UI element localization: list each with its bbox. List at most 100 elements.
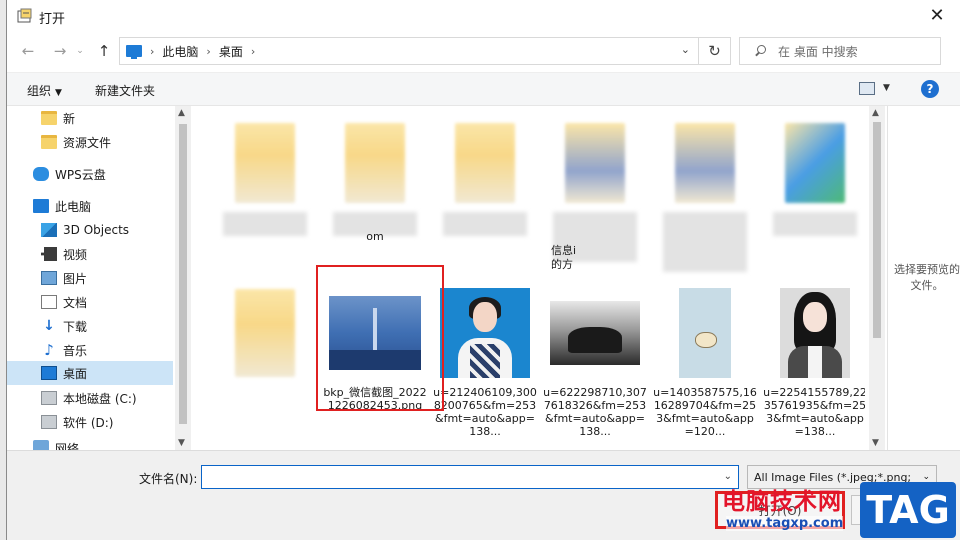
desktop-icon <box>41 366 57 380</box>
file-list-scrollbar[interactable]: ▲ ▼ <box>869 106 885 450</box>
new-folder-button[interactable]: 新建文件夹 <box>95 82 155 99</box>
scrollbar-thumb[interactable] <box>873 122 881 338</box>
help-button[interactable]: ? <box>921 80 939 98</box>
arrow-left-icon: ← <box>21 42 35 60</box>
caret-down-icon: ▼ <box>55 88 62 98</box>
refresh-icon: ↻ <box>708 42 721 60</box>
picture-icon <box>41 271 57 285</box>
sidebar-item-label: 桌面 <box>63 366 88 381</box>
sidebar-item-drive-c[interactable]: 本地磁盘 (C:) <box>7 386 173 410</box>
search-placeholder: 在 桌面 中搜索 <box>778 44 858 59</box>
preview-message: 选择要预览的文件。 <box>894 263 960 292</box>
scroll-down-icon[interactable]: ▼ <box>178 438 185 448</box>
view-options-icon[interactable] <box>859 82 875 95</box>
scroll-up-icon[interactable]: ▲ <box>872 108 879 118</box>
folder-icon <box>323 116 427 210</box>
watermark-badge: TAG <box>860 482 956 538</box>
blurred-label <box>223 212 307 236</box>
recent-locations-button[interactable]: ⌄ <box>73 40 87 62</box>
view-options-caret-icon[interactable]: ▼ <box>883 83 890 93</box>
folder-icon <box>433 116 537 210</box>
sidebar-item-label: 软件 (D:) <box>63 415 114 430</box>
sidebar-item-downloads[interactable]: ↓ 下载 <box>7 314 173 338</box>
title-bar: 打开 ✕ <box>7 0 960 32</box>
blurred-label <box>773 212 857 236</box>
computer-icon <box>126 45 142 59</box>
sidebar-item-label: 视频 <box>63 247 88 262</box>
search-icon <box>754 45 766 57</box>
address-bar[interactable]: › 此电脑 › 桌面 › ⌄ <box>119 37 699 65</box>
breadcrumb-separator-icon: › <box>150 44 155 58</box>
help-icon: ? <box>926 82 934 96</box>
sidebar-item-label: 资源文件 <box>63 135 112 150</box>
breadcrumb-desktop[interactable]: 桌面 <box>219 43 243 60</box>
sidebar-item-resources[interactable]: 资源文件 <box>7 130 173 154</box>
folder-icon <box>213 286 317 380</box>
navigation-pane: 新 资源文件 WPS云盘 此电脑 3D Objects 视频 图片 文档 ↓ 下… <box>7 106 175 452</box>
drive-icon <box>41 415 57 429</box>
up-button[interactable]: ↑ <box>93 40 115 62</box>
arrow-up-icon: ↑ <box>97 42 111 60</box>
watermark-title: 电脑技术网 <box>722 489 842 515</box>
file-name: u=1403587575,1616289704&fm=253&fmt=auto&… <box>653 386 757 438</box>
music-icon: ♪ <box>44 341 54 359</box>
sidebar-item-desktop[interactable]: 桌面 <box>7 361 173 385</box>
sidebar-item-label: 新 <box>63 111 76 126</box>
filename-input[interactable]: ⌄ <box>201 465 739 489</box>
app-icon <box>17 8 32 23</box>
sidebar-item-pictures[interactable]: 图片 <box>7 266 173 290</box>
command-bar: 组织 ▼ 新建文件夹 ▼ ? <box>7 72 960 106</box>
sidebar-item-label: 图片 <box>63 271 88 286</box>
file-name: u=622298710,3077618326&fm=253&fmt=auto&a… <box>543 386 647 438</box>
file-name: 的方 <box>551 258 573 271</box>
image-thumbnail <box>433 286 537 380</box>
sidebar-item-label: WPS云盘 <box>55 167 106 182</box>
image-thumbnail <box>543 286 647 380</box>
computer-icon <box>33 199 49 213</box>
folder-icon <box>653 116 757 210</box>
arrow-right-icon: → <box>53 42 67 60</box>
sidebar-item-label: 3D Objects <box>63 223 130 237</box>
watermark: 电脑技术网 www.tagxp.com TAG <box>716 480 960 540</box>
sidebar-item-videos[interactable]: 视频 <box>7 242 173 266</box>
chevron-down-icon: ⌄ <box>76 46 84 56</box>
sidebar-item-this-pc[interactable]: 此电脑 <box>7 194 173 218</box>
file-list: om 信息i 的方 bkp_微信截图_20221226082453.png u=… <box>193 106 865 450</box>
scroll-down-icon[interactable]: ▼ <box>872 438 879 448</box>
sidebar-item-new[interactable]: 新 <box>7 106 173 130</box>
scrollbar-thumb[interactable] <box>179 124 187 424</box>
refresh-button[interactable]: ↻ <box>699 37 731 65</box>
search-box[interactable]: 在 桌面 中搜索 <box>739 37 941 65</box>
filename-label: 文件名(N): <box>139 472 198 486</box>
folder-icon <box>41 135 57 149</box>
back-button[interactable]: ← <box>17 40 39 62</box>
sidebar-item-label: 本地磁盘 (C:) <box>63 391 137 406</box>
folder-icon <box>763 116 865 210</box>
address-dropdown-icon[interactable]: ⌄ <box>681 43 690 56</box>
preview-pane: 选择要预览的文件。 <box>887 106 960 450</box>
breadcrumb-this-pc[interactable]: 此电脑 <box>162 43 198 60</box>
navigation-pane-scrollbar[interactable]: ▲ ▼ <box>175 106 191 450</box>
close-button[interactable]: ✕ <box>914 0 960 30</box>
file-name: om <box>366 230 384 243</box>
sidebar-item-label: 此电脑 <box>55 199 92 214</box>
filename-field[interactable] <box>202 466 738 488</box>
cloud-icon <box>33 167 49 181</box>
document-icon <box>41 295 57 309</box>
image-thumbnail <box>763 286 865 380</box>
scroll-up-icon[interactable]: ▲ <box>178 108 185 118</box>
sidebar-item-wps-cloud[interactable]: WPS云盘 <box>7 162 173 186</box>
video-icon <box>41 247 57 261</box>
organize-button[interactable]: 组织 ▼ <box>27 82 62 99</box>
watermark-url: www.tagxp.com <box>726 516 844 531</box>
sidebar-item-3d-objects[interactable]: 3D Objects <box>7 218 173 242</box>
folder-icon <box>41 111 57 125</box>
sidebar-item-drive-d[interactable]: 软件 (D:) <box>7 410 173 434</box>
breadcrumb-separator-icon: › <box>206 44 211 58</box>
download-icon: ↓ <box>43 318 55 334</box>
forward-button[interactable]: → <box>49 40 71 62</box>
highlight-annotation <box>316 265 444 411</box>
open-file-dialog: 打开 ✕ ← → ⌄ ↑ › 此电脑 › 桌面 › ⌄ ↻ 在 桌面 中搜索 组… <box>6 0 960 540</box>
sidebar-item-documents[interactable]: 文档 <box>7 290 173 314</box>
sidebar-item-music[interactable]: ♪ 音乐 <box>7 338 173 362</box>
